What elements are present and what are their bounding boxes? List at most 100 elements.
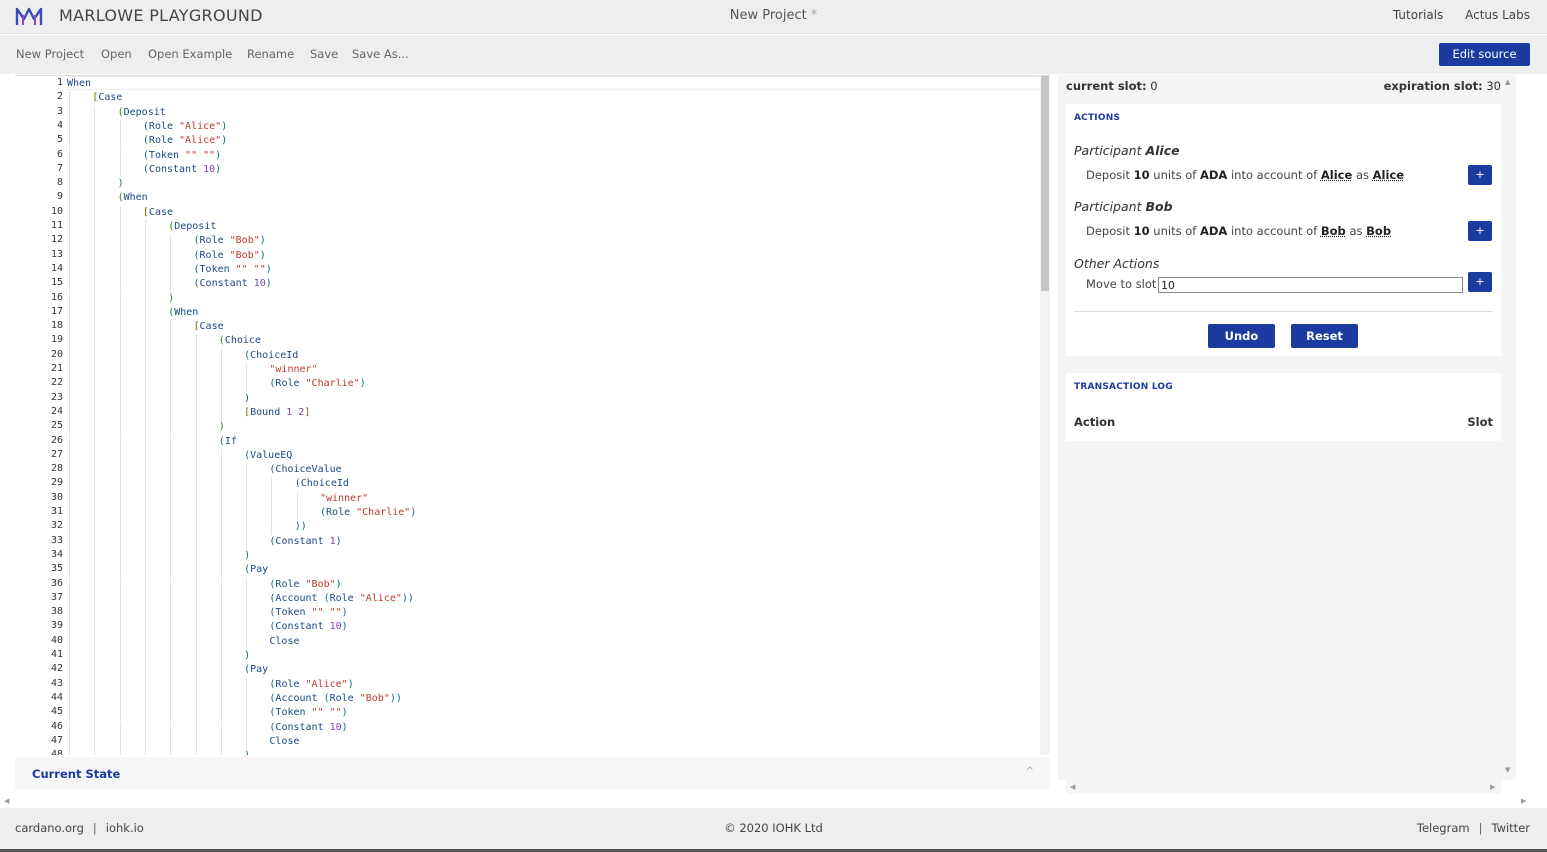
indent-guide (195, 577, 197, 592)
code-line[interactable]: (Deposit (118, 106, 166, 120)
scroll-down-icon[interactable]: ▼ (1505, 766, 1510, 774)
code-line[interactable]: [Case (143, 206, 173, 220)
undo-button[interactable]: Undo (1208, 324, 1275, 348)
indent-guide (144, 248, 146, 263)
code-line[interactable]: Close (269, 635, 299, 649)
save-as-button[interactable]: Save As... (352, 47, 409, 61)
code-line[interactable]: (Role "Charlie") (320, 506, 416, 520)
page-scroll-left-icon[interactable]: ◀ (4, 797, 9, 805)
code-line[interactable]: (Token "" "") (143, 149, 221, 163)
chevron-up-icon[interactable]: ^ (1026, 766, 1034, 777)
add-bob-deposit-button[interactable]: + (1468, 221, 1492, 241)
code-line[interactable]: )) (295, 520, 307, 534)
line-number: 43 (50, 677, 63, 689)
code-token: Role (275, 678, 306, 690)
footer: cardano.org | iohk.io © 2020 IOHK Ltd Tele… (0, 808, 1547, 852)
line-number: 45 (50, 706, 63, 718)
code-line[interactable]: (Choice (219, 334, 261, 348)
code-line[interactable]: (If (219, 435, 237, 449)
new-project-button[interactable]: New Project (16, 47, 84, 61)
page-scroll-right-icon[interactable]: ▶ (1521, 797, 1526, 805)
code-line[interactable]: ) (244, 649, 250, 663)
code-line[interactable]: ) (244, 549, 250, 563)
code-line[interactable]: (Role "Bob") (194, 249, 266, 263)
code-line[interactable]: "winner" (269, 363, 317, 377)
open-button[interactable]: Open (101, 47, 132, 61)
twitter-link[interactable]: Twitter (1491, 821, 1530, 835)
code-line[interactable]: [Case (194, 320, 224, 334)
code-line[interactable]: ) (168, 292, 174, 306)
scroll-left-icon[interactable]: ◀ (1070, 783, 1075, 791)
code-line[interactable]: (Pay (244, 563, 268, 577)
code-line[interactable]: ) (244, 749, 250, 755)
code-line[interactable]: (Role "Bob") (194, 234, 266, 248)
code-line[interactable]: (ChoiceValue (269, 463, 341, 477)
rename-button[interactable]: Rename (247, 47, 294, 61)
scroll-right-icon[interactable]: ▶ (1490, 783, 1495, 791)
right-horizontal-scrollbar[interactable]: ◀ ▶ (1066, 780, 1501, 794)
code-line[interactable]: ) (118, 177, 124, 191)
code-token: Role (148, 135, 180, 147)
code-token: Constant (199, 278, 254, 290)
code-line[interactable]: ) (244, 392, 250, 406)
code-line[interactable]: Close (269, 735, 299, 749)
code-line[interactable]: (Constant 10) (269, 721, 347, 735)
code-line[interactable]: (Account (Role "Alice")) (269, 592, 414, 606)
code-line[interactable]: (Role "Alice") (143, 134, 227, 148)
move-to-slot-button[interactable]: + (1468, 272, 1492, 292)
indent-guide (220, 577, 222, 592)
code-content[interactable]: When [Case (Deposit (Role "Alice") (Role "Al… (67, 76, 1039, 755)
code-line[interactable]: (Role "Alice") (143, 120, 227, 134)
code-line[interactable]: (Deposit (168, 220, 216, 234)
code-line[interactable]: (Account (Role "Bob")) (269, 692, 402, 706)
code-line[interactable]: ) (219, 420, 225, 434)
code-line[interactable]: (Token "" "") (269, 606, 347, 620)
page-horizontal-scrollbar[interactable]: ◀ ▶ (0, 794, 1532, 808)
indent-guide (195, 420, 197, 435)
indent-guide (119, 119, 121, 135)
code-line[interactable]: (Role "Charlie") (269, 377, 365, 391)
open-example-button[interactable]: Open Example (148, 47, 232, 61)
code-line[interactable]: (Constant 10) (143, 163, 221, 177)
indent-guide (94, 148, 96, 163)
right-vertical-scrollbar[interactable]: ▲ ▼ (1501, 75, 1516, 780)
code-line[interactable]: When (67, 77, 91, 91)
code-line[interactable]: (Constant 10) (269, 620, 347, 634)
tutorials-link[interactable]: Tutorials (1393, 8, 1443, 22)
code-line[interactable]: (When (168, 306, 198, 320)
indent-guide (119, 277, 121, 292)
edit-source-button[interactable]: Edit source (1439, 43, 1530, 66)
code-line[interactable]: [Case (92, 91, 122, 105)
code-line[interactable]: [Bound 1 2] (244, 406, 310, 420)
code-line[interactable]: (ValueEQ (244, 449, 292, 463)
indent-guide (220, 391, 222, 406)
code-line[interactable]: "winner" (320, 492, 368, 506)
current-state-bar[interactable]: Current State ^ (15, 757, 1050, 790)
scroll-up-icon[interactable]: ▲ (1505, 78, 1510, 86)
indent-guide (94, 706, 96, 721)
actus-labs-link[interactable]: Actus Labs (1465, 8, 1530, 22)
editor-scroll-thumb[interactable] (1041, 76, 1049, 291)
code-line[interactable]: (Constant 1) (269, 535, 341, 549)
indent-guide (246, 363, 248, 378)
code-line[interactable]: (Role "Bob") (269, 578, 341, 592)
add-alice-deposit-button[interactable]: + (1468, 165, 1492, 185)
indent-guide (119, 691, 121, 707)
code-line[interactable]: (ChoiceId (295, 477, 349, 491)
action-party: Bob (1366, 224, 1392, 238)
move-to-slot-input[interactable] (1158, 277, 1463, 293)
code-editor[interactable]: 1 2 3 4 5 6 7 8 9 10 11 12 13 14 15 16 17 18 19 20 21 22 23 24 2… (15, 75, 1050, 755)
code-line[interactable]: (Token "" "") (269, 706, 347, 720)
reset-button[interactable]: Reset (1291, 324, 1358, 348)
indent-guide (246, 720, 248, 735)
save-button[interactable]: Save (310, 47, 338, 61)
code-line[interactable]: (Constant 10) (194, 277, 272, 291)
code-line[interactable]: (Role "Alice") (269, 678, 353, 692)
code-line[interactable]: (Token "" "") (194, 263, 272, 277)
code-line[interactable]: (Pay (244, 663, 268, 677)
code-line[interactable]: (ChoiceId (244, 349, 298, 363)
code-line[interactable]: (When (118, 191, 148, 205)
telegram-link[interactable]: Telegram (1417, 821, 1470, 835)
indent-guide (69, 420, 70, 435)
editor-vertical-scrollbar[interactable] (1040, 76, 1050, 755)
